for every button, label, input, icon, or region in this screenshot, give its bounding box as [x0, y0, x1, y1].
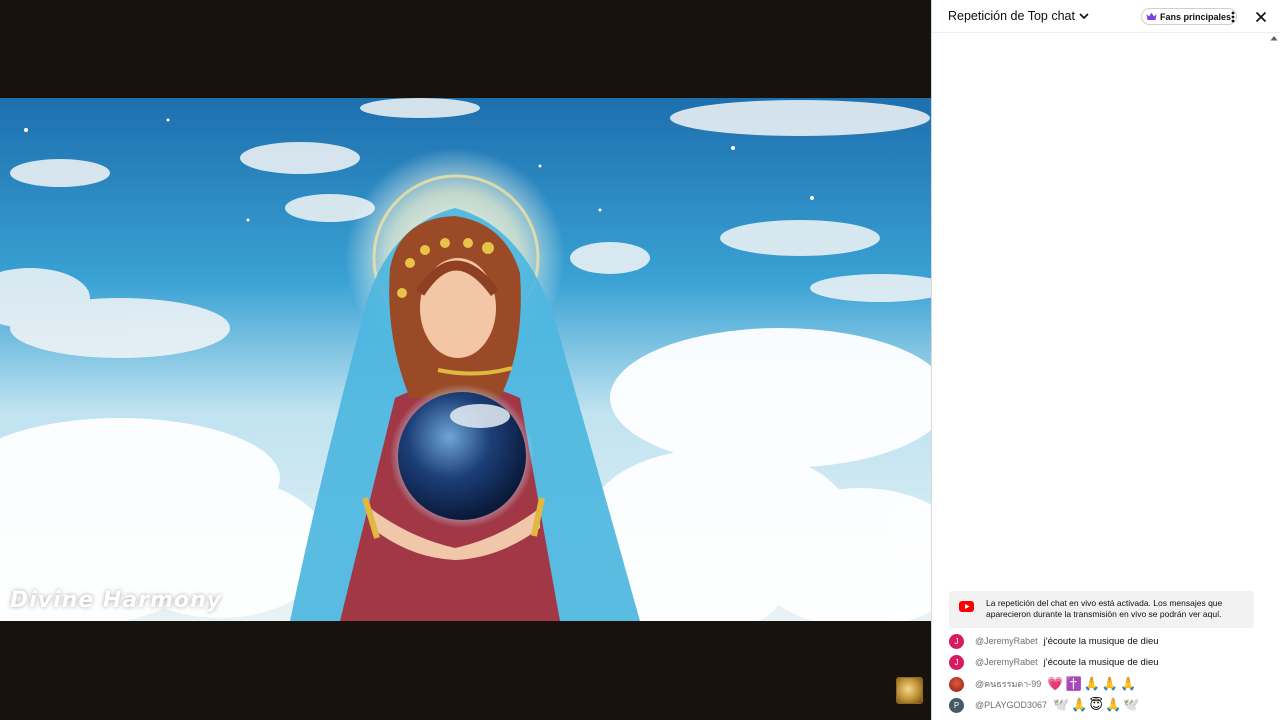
channel-thumbnail[interactable]	[896, 677, 923, 704]
chat-message[interactable]: @คนธรรมดา-99 💗✝️🙏🙏🙏	[949, 676, 1269, 692]
chevron-down-icon	[1079, 13, 1089, 20]
message-emoji-text: 💗✝️🙏🙏🙏	[1047, 676, 1139, 692]
message-text: j'écoute la musique de dieu	[1043, 656, 1159, 668]
app-root: Divine Harmony Repetición de Top chat Fa…	[0, 0, 1280, 720]
message-author[interactable]: @คนธรรมดา-99	[975, 677, 1041, 691]
message-text: j'écoute la musique de dieu	[1043, 635, 1159, 647]
chat-header: Repetición de Top chat Fans principales	[932, 0, 1280, 33]
video-watermark: Divine Harmony	[10, 588, 223, 613]
more-options-button[interactable]	[1225, 9, 1241, 25]
chat-message[interactable]: J @JeremyRabet j'écoute la musique de di…	[949, 633, 1269, 649]
crown-icon	[1146, 12, 1157, 20]
fans-button-label: Fans principales	[1160, 11, 1232, 22]
notice-text: La repetición del chat en vivo está acti…	[986, 598, 1223, 619]
avatar[interactable]	[949, 676, 964, 692]
message-author[interactable]: @JeremyRabet	[975, 636, 1038, 646]
chat-message[interactable]: P @PLAYGOD3067 🕊️🙏😇🙏🕊️	[949, 697, 1269, 713]
close-chat-button[interactable]	[1253, 9, 1269, 25]
video-frame[interactable]: Divine Harmony	[0, 98, 931, 621]
close-icon	[1255, 11, 1267, 23]
chat-message[interactable]: J @JeremyRabet j'écoute la musique de di…	[949, 654, 1269, 670]
more-vert-icon	[1231, 11, 1235, 23]
fans-principales-button[interactable]: Fans principales	[1141, 8, 1238, 25]
live-chat-panel: Repetición de Top chat Fans principales	[931, 0, 1280, 720]
message-emoji-text: 🕊️🙏😇🙏🕊️	[1053, 697, 1142, 713]
message-author[interactable]: @PLAYGOD3067	[975, 700, 1047, 710]
youtube-logo-icon	[959, 601, 974, 612]
chat-title: Repetición de Top chat	[948, 9, 1075, 23]
video-player[interactable]: Divine Harmony	[0, 0, 931, 720]
avatar[interactable]: P	[949, 697, 964, 713]
message-author[interactable]: @JeremyRabet	[975, 657, 1038, 667]
chat-mode-dropdown[interactable]: Repetición de Top chat	[948, 9, 1090, 23]
video-artwork	[0, 98, 931, 621]
avatar[interactable]: J	[949, 654, 964, 670]
chat-replay-notice: La repetición del chat en vivo está acti…	[949, 591, 1254, 628]
scroll-up-arrow-icon[interactable]	[1270, 35, 1278, 41]
avatar[interactable]: J	[949, 633, 964, 649]
